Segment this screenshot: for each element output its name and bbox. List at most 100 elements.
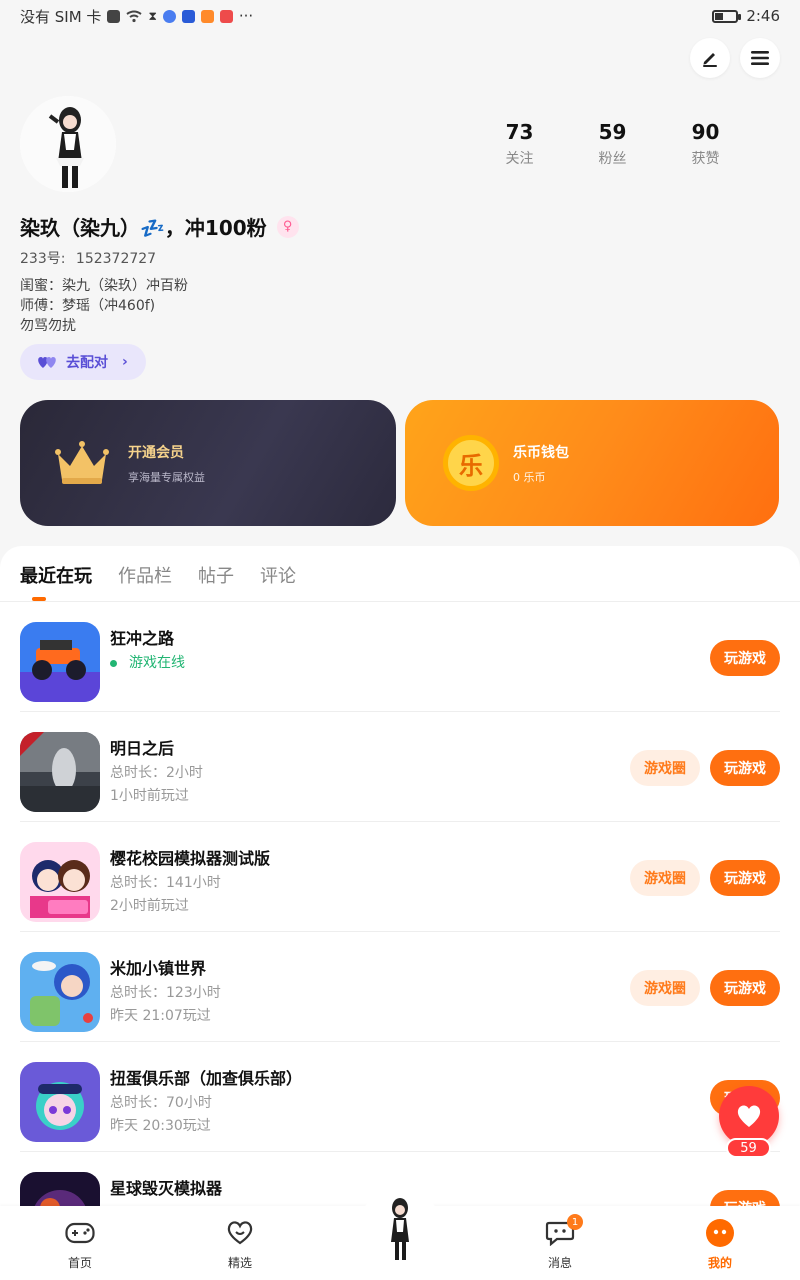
app-icon-red — [219, 9, 233, 23]
bio-line: 闺蜜：染九（染玖）冲百粉 — [20, 278, 188, 294]
hearts-icon — [38, 357, 56, 368]
nav-mine-label: 我的 — [707, 1256, 732, 1270]
game-row[interactable]: 米加小镇世界 总时长：123小时 昨天 21:07玩过 游戏圈 玩游戏 — [20, 932, 780, 1042]
game-playtime: 总时长：123小时 — [110, 985, 221, 1001]
nickname-row: 染玖（染九）💤，冲100粉 ♀ — [20, 212, 299, 241]
status-bar: 没有 SIM 卡 ⧗ ··· 2:46 — [0, 0, 800, 32]
game-last-played: 昨天 21:07玩过 — [110, 1008, 211, 1024]
gamepad-icon — [65, 1222, 95, 1244]
profile-face-icon — [706, 1219, 734, 1247]
game-row[interactable]: 明日之后 总时长：2小时 1小时前玩过 游戏圈 玩游戏 — [20, 712, 780, 822]
game-name: 星球毁灭模拟器 — [110, 1179, 223, 1198]
uid-label: 233号: — [20, 251, 66, 267]
nav-center-avatar[interactable] — [360, 1186, 440, 1266]
nav-messages-label: 消息 — [547, 1256, 572, 1270]
nav-messages[interactable]: 1 消息 — [520, 1214, 600, 1271]
game-icon — [20, 842, 100, 922]
heart-outline-icon — [227, 1221, 253, 1245]
profile-stats: 73 关注 59 粉丝 90 获赞 — [473, 120, 752, 168]
chevron-right-icon: › — [122, 354, 128, 370]
bio-line: 师傅：梦瑶（冲460f) — [20, 298, 156, 314]
game-icon — [20, 622, 100, 702]
wallet-card[interactable]: 乐 乐币钱包 0 乐币 — [405, 400, 779, 526]
game-online-status: 游戏在线 — [110, 652, 185, 672]
game-row[interactable]: 扭蛋俱乐部（加查俱乐部） 总时长：70小时 昨天 20:30玩过 玩游戏 — [20, 1042, 780, 1152]
hourglass-icon: ⧗ — [148, 8, 157, 23]
followers-count: 59 — [598, 120, 627, 144]
hamburger-icon — [751, 51, 769, 65]
uid-value: 152372727 — [75, 251, 157, 267]
heart-icon — [737, 1105, 761, 1127]
followers-stat[interactable]: 59 粉丝 — [566, 120, 659, 168]
wallet-title: 乐币钱包 — [513, 444, 569, 461]
game-row[interactable]: 狂冲之路 游戏在线 玩游戏 — [20, 602, 780, 712]
game-row[interactable]: 樱花校园模拟器测试版 总时长：141小时 2小时前玩过 游戏圈 玩游戏 — [20, 822, 780, 932]
game-playtime: 总时长：2小时 — [110, 765, 203, 781]
tab-posts[interactable]: 帖子 — [198, 562, 234, 588]
vip-card[interactable]: 开通会员 享海量专属权益 — [20, 400, 396, 526]
game-icon — [20, 952, 100, 1032]
play-game-button[interactable]: 玩游戏 — [710, 640, 780, 676]
coin-glyph: 乐 — [459, 451, 483, 480]
edit-profile-button[interactable] — [690, 38, 730, 78]
uid-row[interactable]: 233号: 152372727 — [20, 248, 156, 268]
game-last-played: 1小时前玩过 — [110, 788, 189, 804]
battery-icon — [712, 9, 742, 23]
online-status-text: 游戏在线 — [129, 655, 185, 671]
game-name: 狂冲之路 — [110, 629, 175, 648]
game-name: 扭蛋俱乐部（加查俱乐部） — [110, 1069, 303, 1088]
play-game-button[interactable]: 玩游戏 — [710, 860, 780, 896]
game-circle-button[interactable]: 游戏圈 — [630, 750, 700, 786]
game-circle-button[interactable]: 游戏圈 — [630, 970, 700, 1006]
game-circle-button[interactable]: 游戏圈 — [630, 860, 700, 896]
bio: 闺蜜：染九（染玖）冲百粉 师傅：梦瑶（冲460f) 勿骂勿扰 — [20, 276, 188, 336]
tab-works[interactable]: 作品栏 — [118, 562, 172, 588]
crown-icon — [55, 441, 109, 484]
likes-stat[interactable]: 90 获赞 — [659, 120, 752, 168]
game-last-played: 昨天 20:30玩过 — [110, 1118, 211, 1134]
content-panel: 最近在玩 作品栏 帖子 评论 狂冲之路 游戏在线 玩游戏 明日之后 总时长：2小… — [0, 546, 800, 1280]
tab-recent-played[interactable]: 最近在玩 — [20, 562, 92, 588]
floating-like-count: 59 — [726, 1138, 771, 1158]
nav-home[interactable]: 首页 — [40, 1218, 120, 1271]
more-notifications-icon: ··· — [238, 7, 254, 25]
game-icon — [20, 1062, 100, 1142]
floating-like-button[interactable] — [719, 1086, 779, 1146]
followers-label: 粉丝 — [598, 151, 627, 167]
tab-comments[interactable]: 评论 — [260, 562, 296, 588]
vip-subtitle: 享海量专属权益 — [128, 470, 205, 484]
following-stat[interactable]: 73 关注 — [473, 120, 566, 168]
carrier-text: 没有 SIM 卡 — [20, 7, 102, 26]
nickname: 染玖（染九）💤，冲100粉 — [20, 216, 267, 240]
game-last-played: 2小时前玩过 — [110, 898, 189, 914]
clock: 2:46 — [746, 7, 780, 25]
game-name: 樱花校园模拟器测试版 — [110, 849, 271, 868]
game-name: 明日之后 — [110, 739, 175, 758]
game-icon — [20, 732, 100, 812]
app-icon-navy — [181, 9, 195, 23]
app-icon-blue — [162, 9, 176, 23]
online-dot-icon — [110, 659, 117, 667]
bio-line: 勿骂勿扰 — [20, 318, 76, 334]
likes-count: 90 — [691, 120, 720, 144]
profile-tabs: 最近在玩 作品栏 帖子 评论 — [20, 562, 296, 588]
following-count: 73 — [505, 120, 534, 144]
nav-featured[interactable]: 精选 — [200, 1218, 280, 1271]
play-game-button[interactable]: 玩游戏 — [710, 970, 780, 1006]
nav-mine[interactable]: 我的 — [680, 1218, 760, 1271]
sim-alert-icon — [107, 9, 121, 23]
nav-home-label: 首页 — [67, 1256, 92, 1270]
messages-badge: 1 — [567, 1214, 583, 1230]
app-icon-orange — [200, 9, 214, 23]
avatar[interactable] — [20, 96, 116, 192]
vip-title: 开通会员 — [128, 444, 184, 461]
menu-button[interactable] — [740, 38, 780, 78]
play-game-button[interactable]: 玩游戏 — [710, 750, 780, 786]
pen-icon — [703, 53, 717, 67]
pair-button-label: 去配对 — [66, 355, 108, 371]
game-name: 米加小镇世界 — [110, 959, 207, 978]
pair-button[interactable]: 去配对 › — [20, 344, 146, 380]
game-playtime: 总时长：141小时 — [110, 875, 221, 891]
following-label: 关注 — [505, 151, 534, 167]
game-playtime: 总时长：70小时 — [110, 1095, 212, 1111]
